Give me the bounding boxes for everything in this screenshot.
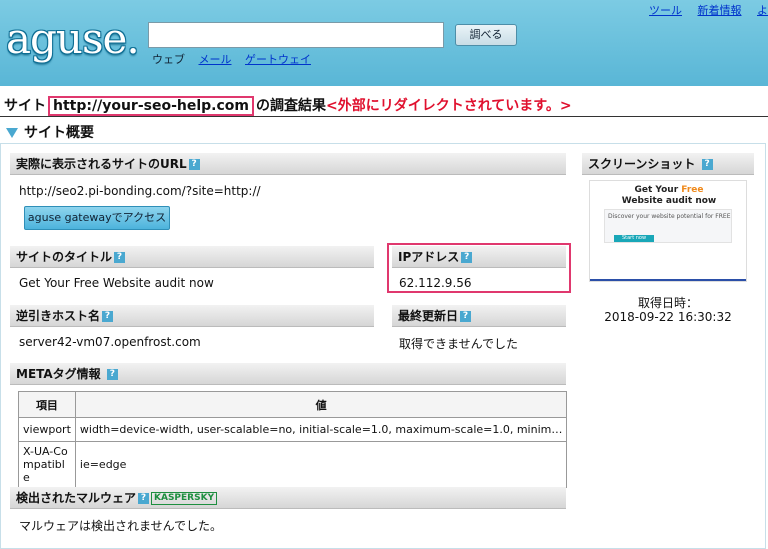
search-button[interactable]: 調べる: [455, 24, 517, 46]
meta-value: width=device-width, user-scalable=no, in…: [74, 417, 568, 442]
table-row: X-UA-Compatible ie=edge: [18, 441, 568, 488]
tab-gateway[interactable]: ゲートウェイ: [245, 53, 311, 66]
actual-url-label: 実際に表示されるサイトのURL: [16, 157, 187, 171]
result-middle: の調査結果: [256, 98, 326, 114]
thumb-title-free: Free: [681, 185, 704, 195]
reverse-host-label: 逆引きホスト名: [16, 309, 101, 323]
section-overview-heading[interactable]: サイト概要: [6, 122, 94, 142]
malware-header: 検出されたマルウェア? KASPERSKY: [10, 487, 566, 509]
search-tabs: ウェブ メール ゲートウェイ: [152, 51, 321, 67]
reverse-host-value: server42-vm07.openfrost.com: [19, 335, 201, 349]
redirect-warning: <外部にリダイレクトされています。>: [326, 98, 572, 114]
reverse-host-header: 逆引きホスト名?: [10, 305, 374, 327]
help-icon[interactable]: ?: [106, 369, 118, 380]
more-link[interactable]: よ: [757, 4, 768, 17]
help-icon[interactable]: ?: [460, 311, 472, 322]
meta-name: X-UA-Compatible: [18, 441, 76, 488]
site-title-label: サイトのタイトル: [16, 250, 113, 264]
thumb-title: Get Your Free Website audit now: [590, 185, 746, 207]
capture-label: 取得日時：: [637, 296, 698, 310]
help-icon[interactable]: ?: [102, 311, 114, 322]
thumb-title-line2: Website audit now: [621, 196, 717, 206]
thumb-sub: Discover your website potential for FREE: [608, 213, 731, 220]
meta-col-value: 値: [74, 391, 568, 418]
news-link[interactable]: 新着情報: [698, 4, 742, 17]
meta-table-header-row: 項目 値: [18, 391, 568, 418]
meta-label: METAタグ情報: [16, 367, 101, 381]
malware-value: マルウェアは検出されませんでした。: [19, 519, 223, 533]
tab-web[interactable]: ウェブ: [152, 53, 185, 66]
meta-name: viewport: [18, 417, 76, 442]
screenshot-label: スクリーンショット: [588, 157, 696, 171]
meta-header: METAタグ情報 ?: [10, 363, 566, 385]
last-modified-label: 最終更新日: [398, 309, 459, 323]
help-icon[interactable]: ?: [138, 493, 150, 504]
help-icon[interactable]: ?: [701, 159, 713, 170]
divider: [0, 116, 768, 117]
meta-table: 項目 値 viewport width=device-width, user-s…: [18, 391, 568, 488]
site-title-value: Get Your Free Website audit now: [19, 276, 214, 290]
result-prefix: サイト: [4, 98, 46, 114]
actual-url-header: 実際に表示されるサイトのURL?: [10, 153, 566, 175]
actual-url-value: http://seo2.pi-bonding.com/?site=http://: [19, 184, 261, 198]
collapse-triangle-icon: [6, 128, 18, 138]
last-modified-header: 最終更新日?: [392, 305, 566, 327]
checked-url: http://your-seo-help.com: [48, 96, 254, 116]
last-modified-value: 取得できませんでした: [399, 337, 519, 351]
screenshot-thumbnail[interactable]: Get Your Free Website audit now Discover…: [589, 180, 747, 282]
thumb-line: [590, 279, 746, 281]
search-input[interactable]: [148, 22, 444, 48]
meta-value: ie=edge: [74, 441, 568, 488]
help-icon[interactable]: ?: [188, 159, 200, 170]
screenshot-header: スクリーンショット ?: [582, 153, 754, 175]
table-row: viewport width=device-width, user-scalab…: [18, 417, 568, 442]
gateway-access-button[interactable]: aguse gatewayでアクセス: [24, 206, 170, 230]
malware-label: 検出されたマルウェア: [16, 491, 137, 505]
header-bar: aguse. 調べる ウェブ メール ゲートウェイ ツール 新着情報 よ: [0, 0, 768, 86]
meta-col-item: 項目: [18, 391, 76, 418]
tools-link[interactable]: ツール: [649, 4, 682, 17]
section-title: サイト概要: [24, 125, 94, 141]
capture-date: 2018-09-22 16:30:32: [604, 310, 732, 324]
thumb-title-part: Get Your: [634, 185, 682, 195]
top-links: ツール 新着情報 よ: [637, 2, 768, 18]
aguse-logo[interactable]: aguse.: [6, 14, 140, 63]
kaspersky-logo: KASPERSKY: [151, 492, 218, 505]
site-title-header: サイトのタイトル?: [10, 246, 374, 268]
ip-highlight-box: [387, 243, 571, 293]
screenshot-caption: 取得日時： 2018-09-22 16:30:32: [590, 296, 746, 324]
help-icon[interactable]: ?: [114, 252, 126, 263]
thumb-button: Start now: [614, 235, 654, 242]
result-title: サイト http://your-seo-help.com の調査結果<外部にリダイレ…: [4, 95, 572, 116]
tab-mail[interactable]: メール: [199, 53, 232, 66]
